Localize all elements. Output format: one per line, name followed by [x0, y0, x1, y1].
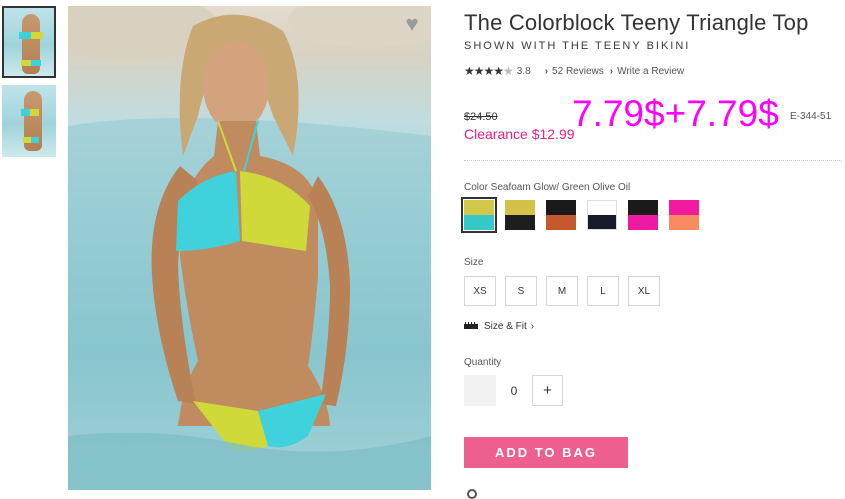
swatch-top-color: [546, 200, 576, 215]
thumbnail-front[interactable]: [2, 6, 56, 78]
product-subtitle: SHOWN WITH THE TEENY BIKINI: [464, 40, 691, 52]
quantity-value[interactable]: 0: [496, 375, 532, 406]
add-to-bag-button[interactable]: ADD TO BAG: [464, 437, 628, 468]
swatch-top-color: [505, 200, 535, 215]
circle-icon: [467, 489, 477, 499]
size-label: Size: [464, 257, 484, 268]
size-option-xl[interactable]: XL: [628, 276, 660, 306]
divider: [464, 160, 842, 161]
product-photo-illustration: [68, 6, 431, 490]
chevron-right-icon: ›: [530, 321, 535, 332]
rating-value: 3.8: [516, 65, 531, 77]
product-title: The Colorblock Teeny Triangle Top: [464, 10, 809, 35]
rating-row: ★★★★★ 3.8 › 52 Reviews › Write a Review: [464, 64, 690, 78]
size-option-xs[interactable]: XS: [464, 276, 496, 306]
size-options: XS S M L XL: [464, 276, 669, 306]
color-swatch-5[interactable]: [628, 200, 658, 230]
filled-stars: ★★★★: [464, 64, 504, 78]
ruler-icon: [464, 322, 478, 329]
size-option-m[interactable]: M: [546, 276, 578, 306]
quantity-label: Quantity: [464, 357, 502, 368]
size-fit-label: Size & Fit: [484, 321, 527, 332]
chevron-right-icon: ›: [544, 65, 549, 77]
swatch-top-color: [628, 200, 658, 215]
thumbnail-side[interactable]: [2, 85, 56, 157]
thumbnail-bottom: [23, 137, 39, 143]
swatch-top-color: [669, 200, 699, 215]
write-review-link[interactable]: Write a Review: [617, 66, 684, 77]
swatch-bottom-color: [628, 215, 658, 230]
quantity-decrease-button[interactable]: [464, 375, 496, 406]
thumbnail-top: [21, 109, 39, 116]
empty-star: ★: [503, 64, 514, 78]
color-swatch-6[interactable]: [669, 200, 699, 230]
swatch-bottom-color: [505, 215, 535, 230]
item-number: E-344-51: [790, 111, 832, 122]
overlay-price-annotation: 7.79$+7.79$: [572, 93, 779, 134]
chevron-right-icon: ›: [609, 65, 614, 77]
color-swatch-1[interactable]: [461, 197, 497, 233]
reviews-link[interactable]: 52 Reviews: [552, 66, 604, 77]
product-photo: ♥: [68, 6, 431, 490]
color-swatch-2[interactable]: [505, 200, 535, 230]
swatch-top-color: [464, 200, 494, 215]
original-price: $24.50: [464, 111, 498, 123]
swatch-bottom-color: [546, 215, 576, 230]
color-swatches: [461, 197, 710, 233]
color-swatch-3[interactable]: [546, 200, 576, 230]
clearance-price: Clearance $12.99: [464, 126, 575, 142]
heart-icon[interactable]: ♥: [401, 13, 423, 35]
quantity-increase-button[interactable]: +: [532, 375, 563, 406]
color-label: Color Seafoam Glow/ Green Olive Oil: [464, 182, 631, 193]
size-option-s[interactable]: S: [505, 276, 537, 306]
swatch-bottom-color: [669, 215, 699, 230]
swatch-bottom-color: [464, 215, 494, 230]
thumbnail-strip: [2, 6, 58, 164]
size-fit-link[interactable]: Size & Fit ›: [464, 321, 534, 332]
thumbnail-bottom: [21, 60, 41, 66]
star-rating-icon: ★★★★★: [464, 64, 514, 78]
swatch-top-color: [588, 201, 616, 215]
size-option-l[interactable]: L: [587, 276, 619, 306]
swatch-bottom-color: [588, 215, 616, 229]
thumbnail-top: [19, 32, 43, 39]
color-swatch-4[interactable]: [587, 200, 617, 230]
